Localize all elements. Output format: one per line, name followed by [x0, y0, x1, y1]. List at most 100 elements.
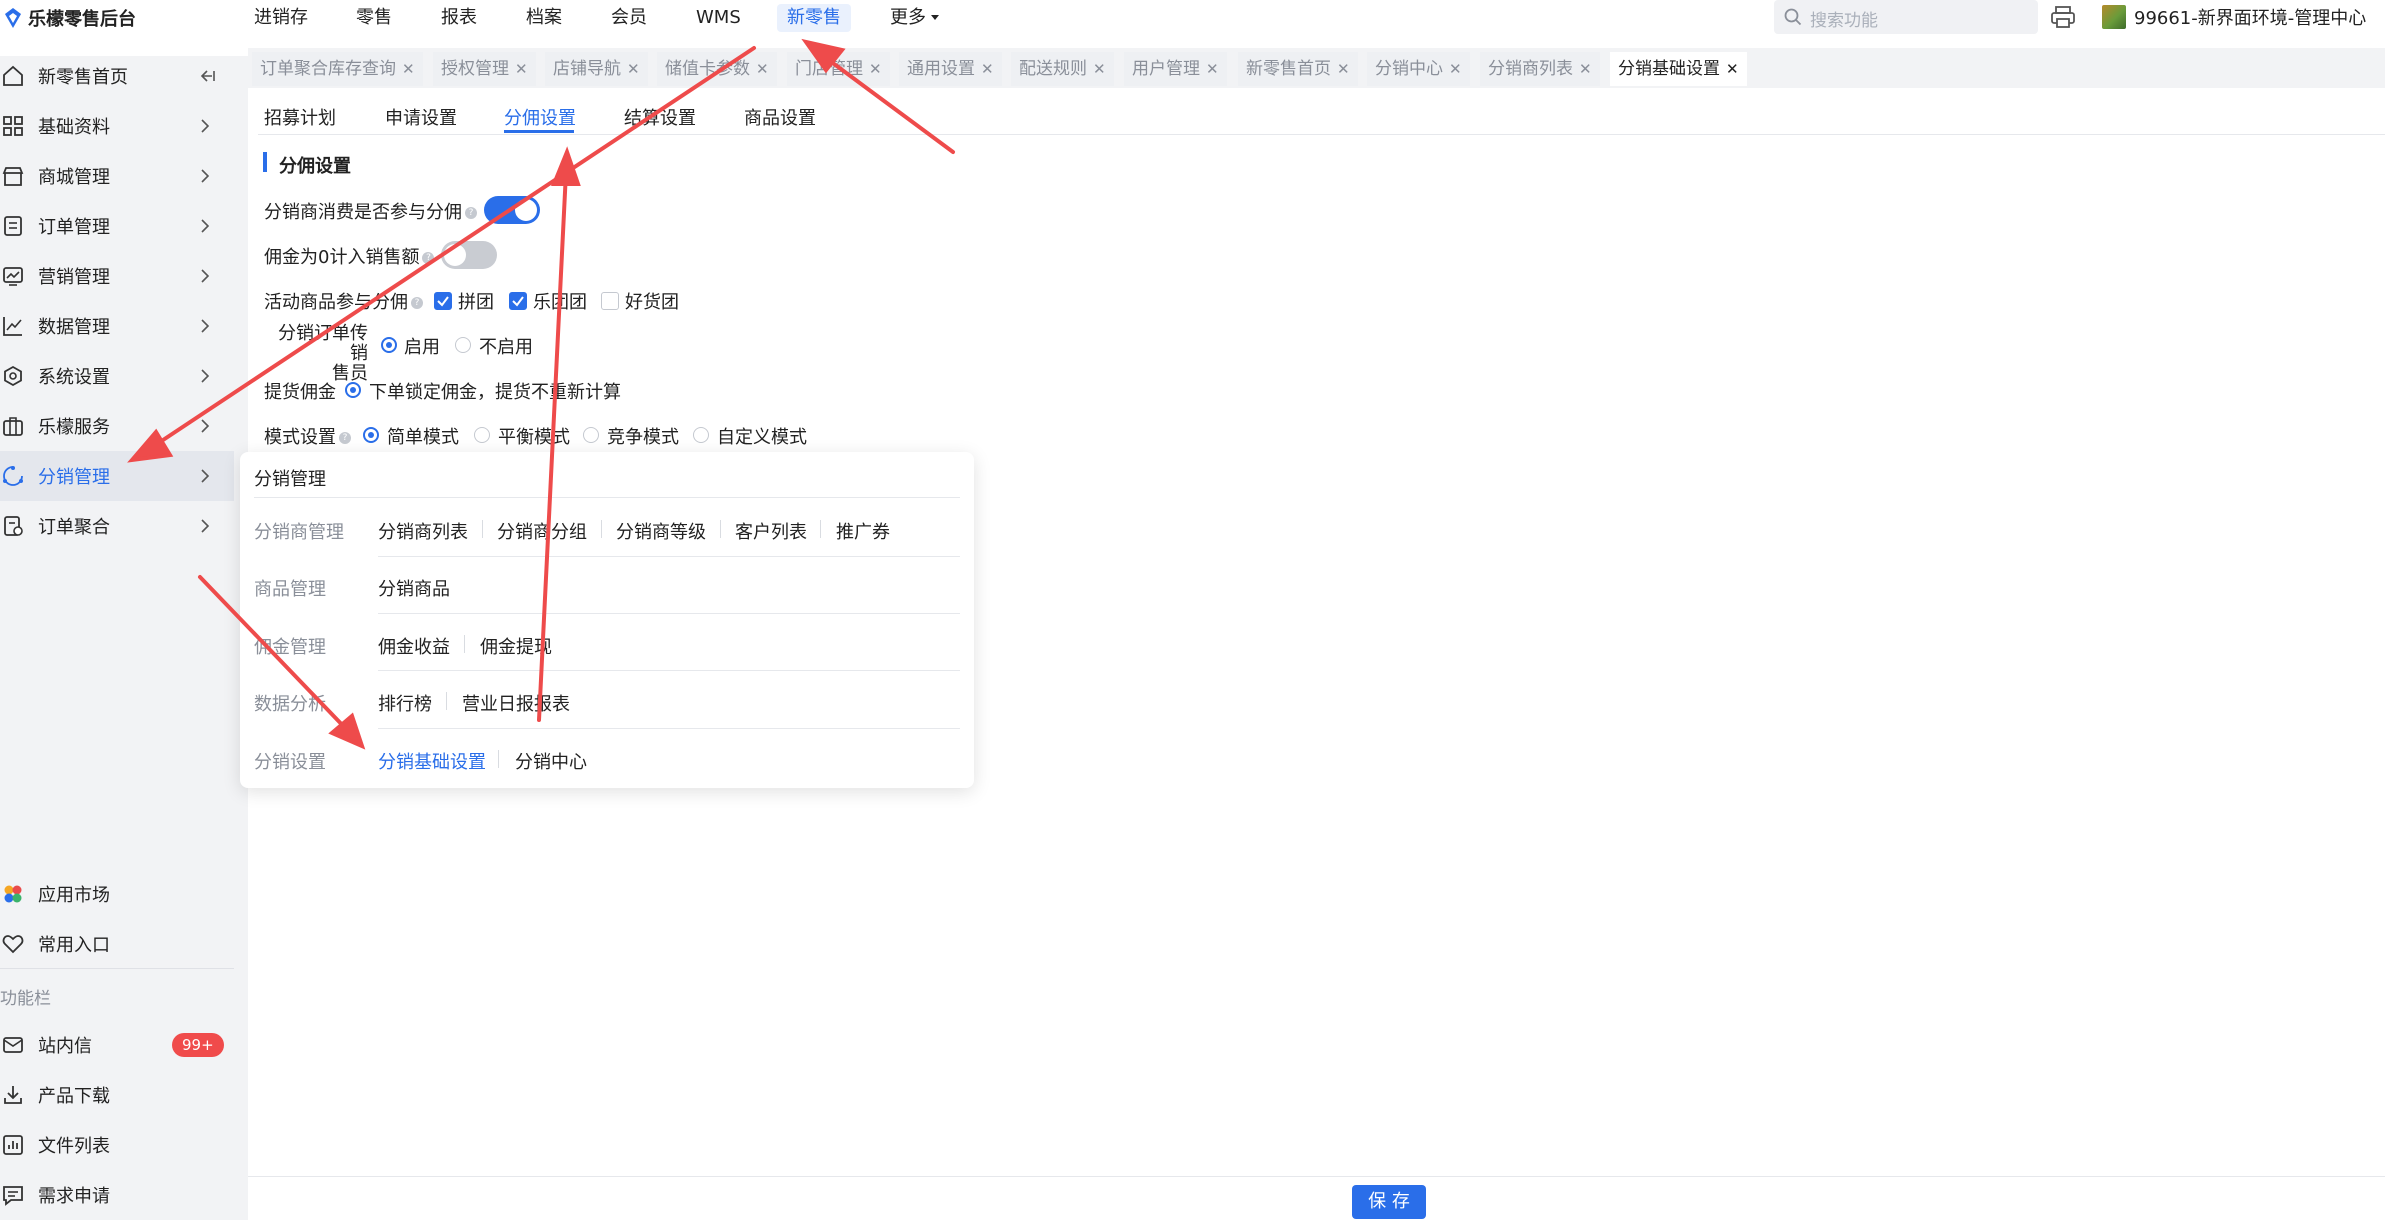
chevron-right-icon — [201, 169, 210, 183]
subtab-commission-settings[interactable]: 分佣设置 — [504, 104, 576, 130]
sidebar-item-basic-data[interactable]: 基础资料 — [0, 101, 234, 151]
page-tab[interactable]: 分销中心 ✕ — [1367, 52, 1470, 86]
link-commission-withdraw[interactable]: 佣金提现 — [480, 633, 552, 659]
subtab-settlement-settings[interactable]: 结算设置 — [624, 104, 696, 130]
search-box[interactable]: 搜索功能 — [1774, 0, 2038, 34]
caret-down-icon — [931, 15, 939, 20]
link-promo-coupons[interactable]: 推广券 — [836, 518, 890, 544]
close-icon[interactable]: ✕ — [1337, 60, 1350, 78]
order-pass-text-2: 售员 — [332, 363, 368, 384]
order-icon — [4, 216, 22, 236]
link-daily-report[interactable]: 营业日报报表 — [462, 690, 570, 716]
nav-more[interactable]: 更多 — [890, 4, 940, 32]
app-logo[interactable]: 乐檬零售后台 — [4, 4, 136, 32]
sidebar-item-file-list[interactable]: 文件列表 — [0, 1120, 234, 1170]
sidebar-item-orders[interactable]: 订单管理 — [0, 201, 234, 251]
printer-icon[interactable] — [2050, 4, 2076, 30]
group-buy-checkbox[interactable] — [434, 292, 452, 310]
link-separator — [482, 520, 483, 538]
sidebar-item-label: 应用市场 — [38, 885, 110, 906]
page-tab[interactable]: 用户管理 ✕ — [1124, 52, 1227, 86]
link-leaderboard[interactable]: 排行榜 — [378, 690, 432, 716]
sidebar-item-new-retail-home[interactable]: 新零售首页 — [0, 51, 234, 101]
letuan-checkbox[interactable] — [509, 292, 527, 310]
sidebar-item-services[interactable]: 乐檬服务 — [0, 401, 234, 451]
order-pass-disable-radio[interactable] — [455, 337, 471, 353]
close-icon[interactable]: ✕ — [627, 60, 640, 78]
link-distribution-center[interactable]: 分销中心 — [515, 748, 587, 774]
page-tab[interactable]: 授权管理 ✕ — [433, 52, 536, 86]
close-icon[interactable]: ✕ — [1093, 60, 1106, 78]
page-tab[interactable]: 店铺导航 ✕ — [545, 52, 648, 86]
page-tab[interactable]: 分销商列表 ✕ — [1480, 52, 1600, 86]
page-tab[interactable]: 通用设置 ✕ — [899, 52, 1002, 86]
link-distribution-products[interactable]: 分销商品 — [378, 575, 450, 601]
letuan-label: 乐团团 — [533, 292, 587, 313]
collapse-sidebar-icon[interactable] — [200, 69, 216, 83]
nav-new-retail[interactable]: 新零售 — [777, 4, 851, 32]
nav-members[interactable]: 会员 — [611, 4, 647, 32]
close-icon[interactable]: ✕ — [756, 60, 769, 78]
settings-icon — [4, 365, 22, 387]
close-icon[interactable]: ✕ — [1206, 60, 1219, 78]
mode-simple-radio[interactable] — [363, 427, 379, 443]
consumer-commission-toggle[interactable] — [484, 196, 540, 224]
link-distributor-groups[interactable]: 分销商分组 — [497, 518, 587, 544]
mode-custom-radio[interactable] — [693, 427, 709, 443]
page-tab[interactable]: 配送规则 ✕ — [1011, 52, 1114, 86]
sidebar-item-system-settings[interactable]: 系统设置 — [0, 351, 234, 401]
pickup-lock-radio[interactable] — [345, 382, 361, 398]
sidebar-item-mall[interactable]: 商城管理 — [0, 151, 234, 201]
sidebar-item-distribution[interactable]: 分销管理 — [0, 451, 234, 501]
close-icon[interactable]: ✕ — [1449, 60, 1462, 78]
popup-group-products: 商品管理 — [254, 579, 326, 600]
subtab-product-settings[interactable]: 商品设置 — [744, 104, 816, 130]
sidebar-item-label: 订单聚合 — [38, 517, 110, 538]
sidebar-item-downloads[interactable]: 产品下载 — [0, 1070, 234, 1120]
help-icon[interactable]: ? — [339, 432, 351, 444]
close-icon[interactable]: ✕ — [869, 60, 882, 78]
sidebar-item-app-market[interactable]: 应用市场 — [0, 869, 234, 919]
page-tab[interactable]: 门店管理 ✕ — [787, 52, 890, 86]
link-commission-income[interactable]: 佣金收益 — [378, 633, 450, 659]
func-section-header: 功能栏 — [0, 989, 51, 1009]
popup-divider — [378, 613, 960, 614]
close-icon[interactable]: ✕ — [981, 60, 994, 78]
save-button[interactable]: 保 存 — [1352, 1185, 1426, 1219]
sidebar-item-marketing[interactable]: 营销管理 — [0, 251, 234, 301]
nav-reports[interactable]: 报表 — [441, 4, 477, 32]
zero-commission-toggle[interactable] — [441, 241, 497, 269]
subtab-apply-settings[interactable]: 申请设置 — [385, 104, 457, 130]
nav-inventory[interactable]: 进销存 — [254, 4, 308, 32]
close-icon[interactable]: ✕ — [1579, 60, 1592, 78]
link-distributor-levels[interactable]: 分销商等级 — [616, 518, 706, 544]
help-icon[interactable]: ? — [465, 207, 477, 219]
page-tab[interactable]: 储值卡参数 ✕ — [657, 52, 777, 86]
mode-balance-radio[interactable] — [474, 427, 490, 443]
link-distributor-list[interactable]: 分销商列表 — [378, 518, 468, 544]
nav-retail[interactable]: 零售 — [356, 4, 392, 32]
subtab-recruit-plan[interactable]: 招募计划 — [264, 104, 336, 130]
page-tab[interactable]: 订单聚合库存查询 ✕ — [252, 52, 423, 86]
account-switcher[interactable]: 99661-新界面环境-管理中心 — [2102, 2, 2366, 32]
order-pass-enable-label: 启用 — [404, 337, 440, 358]
close-icon[interactable]: ✕ — [402, 60, 415, 78]
page-tab[interactable]: 新零售首页 ✕ — [1238, 52, 1358, 86]
chevron-right-icon — [201, 469, 210, 483]
sidebar-item-order-aggregation[interactable]: 订单聚合 — [0, 501, 234, 551]
help-icon[interactable]: ? — [422, 252, 435, 264]
close-icon[interactable]: ✕ — [515, 60, 528, 78]
link-distribution-basic-settings[interactable]: 分销基础设置 — [378, 748, 486, 774]
help-icon[interactable]: ? — [411, 297, 423, 309]
order-pass-enable-radio[interactable] — [381, 337, 397, 353]
good-goods-checkbox[interactable] — [601, 292, 619, 310]
sidebar-item-data[interactable]: 数据管理 — [0, 301, 234, 351]
sidebar-item-requests[interactable]: 需求申请 — [0, 1170, 234, 1220]
page-tab-active[interactable]: 分销基础设置 ✕ — [1610, 52, 1747, 86]
link-customer-list[interactable]: 客户列表 — [735, 518, 807, 544]
close-icon[interactable]: ✕ — [1726, 60, 1739, 78]
sidebar-item-favorites[interactable]: 常用入口 — [0, 919, 234, 969]
mode-compete-radio[interactable] — [583, 427, 599, 443]
nav-archives[interactable]: 档案 — [526, 4, 562, 32]
nav-wms[interactable]: WMS — [696, 4, 741, 32]
